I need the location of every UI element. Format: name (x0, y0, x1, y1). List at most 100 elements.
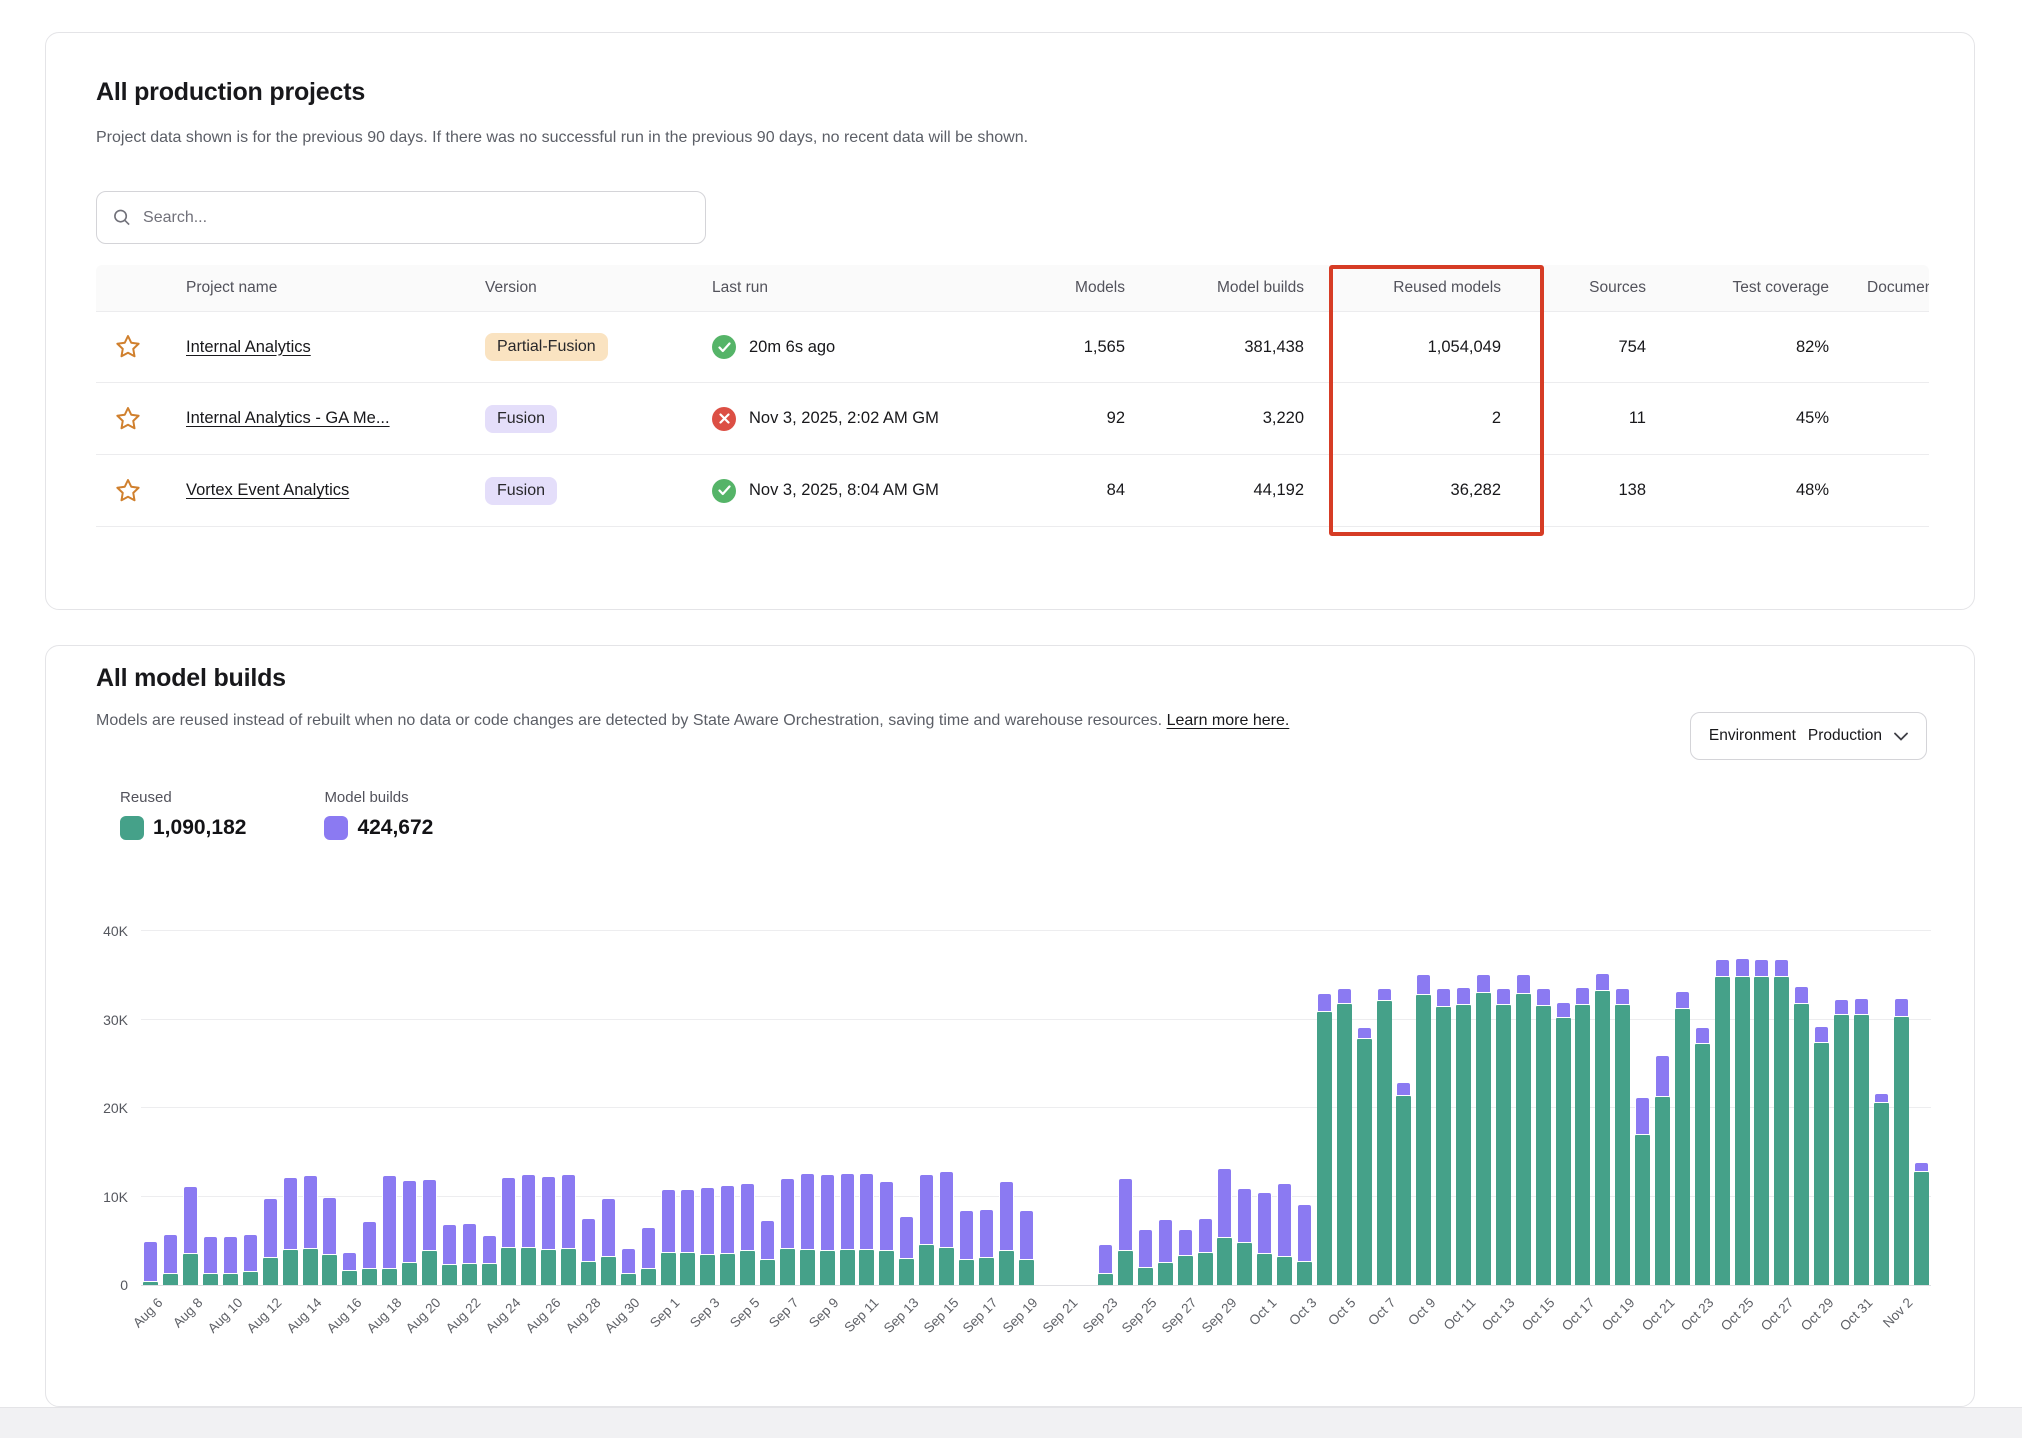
chart-bar-aug-25[interactable] (521, 931, 536, 1285)
chart-bar-sep-24[interactable] (1118, 931, 1133, 1285)
chart-bar-nov-1[interactable] (1874, 931, 1889, 1285)
chart-bar-oct-26[interactable] (1754, 931, 1769, 1285)
chart-bar-oct-24[interactable] (1715, 931, 1730, 1285)
chart-bar-oct-13[interactable] (1496, 931, 1511, 1285)
chart-bar-oct-29[interactable] (1814, 931, 1829, 1285)
star-icon[interactable] (113, 404, 143, 434)
chart-bar-sep-25[interactable] (1138, 931, 1153, 1285)
environment-dropdown[interactable]: Environment Production (1690, 712, 1927, 760)
chart-bar-sep-11[interactable] (859, 931, 874, 1285)
chart-bar-nov-2[interactable] (1894, 931, 1909, 1285)
chart-bar-aug-12[interactable] (263, 931, 278, 1285)
chart-bar-aug-26[interactable] (541, 931, 556, 1285)
chart-bar-oct-25[interactable] (1735, 931, 1750, 1285)
chart-bar-aug-30[interactable] (621, 931, 636, 1285)
chart-bar-sep-5[interactable] (740, 931, 755, 1285)
chart-bar-aug-13[interactable] (283, 931, 298, 1285)
chart-bar-sep-17[interactable] (979, 931, 994, 1285)
chart-bar-sep-29[interactable] (1217, 931, 1232, 1285)
star-icon[interactable] (113, 476, 143, 506)
chart-bar-sep-15[interactable] (939, 931, 954, 1285)
chart-bar-sep-28[interactable] (1198, 931, 1213, 1285)
chart-bar-oct-8[interactable] (1396, 931, 1411, 1285)
chart-bar-oct-28[interactable] (1794, 931, 1809, 1285)
chart-bar-oct-14[interactable] (1516, 931, 1531, 1285)
chart-bar-aug-10[interactable] (223, 931, 238, 1285)
chart-bar-sep-14[interactable] (919, 931, 934, 1285)
chart-bar-aug-7[interactable] (163, 931, 178, 1285)
star-icon[interactable] (113, 332, 143, 362)
chart-bar-sep-13[interactable] (899, 931, 914, 1285)
chart-bar-sep-18[interactable] (999, 931, 1014, 1285)
chart-bar-aug-6[interactable] (143, 931, 158, 1285)
chart-bar-sep-30[interactable] (1237, 931, 1252, 1285)
chart-bar-sep-1[interactable] (661, 931, 676, 1285)
chart-bar-aug-15[interactable] (322, 931, 337, 1285)
chart-bar-sep-8[interactable] (800, 931, 815, 1285)
learn-more-link[interactable]: Learn more here. (1167, 712, 1290, 729)
chart-bar-sep-9[interactable] (820, 931, 835, 1285)
search-input[interactable] (143, 209, 689, 227)
chart-bar-aug-16[interactable] (342, 931, 357, 1285)
chart-bar-oct-21[interactable] (1655, 931, 1670, 1285)
chart-bar-sep-4[interactable] (720, 931, 735, 1285)
chart-bar-oct-4[interactable] (1317, 931, 1332, 1285)
chart-bar-oct-30[interactable] (1834, 931, 1849, 1285)
project-search[interactable] (96, 191, 706, 244)
chart-bar-aug-27[interactable] (561, 931, 576, 1285)
chart-bar-oct-10[interactable] (1436, 931, 1451, 1285)
chart-bar-aug-11[interactable] (243, 931, 258, 1285)
chart-bar-oct-12[interactable] (1476, 931, 1491, 1285)
chart-bar-oct-18[interactable] (1595, 931, 1610, 1285)
chart-bar-aug-14[interactable] (303, 931, 318, 1285)
chart-bar-sep-7[interactable] (780, 931, 795, 1285)
chart-bar-oct-20[interactable] (1635, 931, 1650, 1285)
chart-bar-oct-6[interactable] (1357, 931, 1372, 1285)
chart-bar-oct-11[interactable] (1456, 931, 1471, 1285)
favorite-cell[interactable] (96, 404, 186, 434)
chart-bar-aug-21[interactable] (442, 931, 457, 1285)
chart-bar-oct-17[interactable] (1575, 931, 1590, 1285)
chart-bar-oct-31[interactable] (1854, 931, 1869, 1285)
chart-bar-aug-31[interactable] (641, 931, 656, 1285)
chart-bar-aug-8[interactable] (183, 931, 198, 1285)
chart-bar-aug-23[interactable] (482, 931, 497, 1285)
chart-bar-sep-27[interactable] (1178, 931, 1193, 1285)
chart-bar-oct-19[interactable] (1615, 931, 1630, 1285)
favorite-cell[interactable] (96, 476, 186, 506)
chart-bar-oct-5[interactable] (1337, 931, 1352, 1285)
chart-bar-oct-23[interactable] (1695, 931, 1710, 1285)
chart-bar-aug-20[interactable] (422, 931, 437, 1285)
chart-bar-sep-26[interactable] (1158, 931, 1173, 1285)
chart-bar-aug-24[interactable] (501, 931, 516, 1285)
favorite-cell[interactable] (96, 332, 186, 362)
chart-bar-oct-22[interactable] (1675, 931, 1690, 1285)
chart-bar-oct-1[interactable] (1257, 931, 1272, 1285)
chart-bar-oct-7[interactable] (1377, 931, 1392, 1285)
chart-bar-aug-22[interactable] (462, 931, 477, 1285)
chart-bar-sep-3[interactable] (700, 931, 715, 1285)
project-name-link[interactable]: Vortex Event Analytics (186, 481, 349, 499)
chart-bar-sep-6[interactable] (760, 931, 775, 1285)
chart-bar-oct-9[interactable] (1416, 931, 1431, 1285)
chart-bar-sep-23[interactable] (1098, 931, 1113, 1285)
chart-bar-oct-16[interactable] (1556, 931, 1571, 1285)
project-name-link[interactable]: Internal Analytics (186, 338, 311, 356)
chart-bar-oct-3[interactable] (1297, 931, 1312, 1285)
chart-bar-oct-2[interactable] (1277, 931, 1292, 1285)
chart-bar-sep-2[interactable] (680, 931, 695, 1285)
chart-bar-aug-28[interactable] (581, 931, 596, 1285)
chart-bar-sep-10[interactable] (840, 931, 855, 1285)
chart-bar-aug-17[interactable] (362, 931, 377, 1285)
chart-bar-aug-29[interactable] (601, 931, 616, 1285)
chart-bar-sep-12[interactable] (879, 931, 894, 1285)
chart-bar-nov-3[interactable] (1914, 931, 1929, 1285)
chart-bar-oct-27[interactable] (1774, 931, 1789, 1285)
chart-bar-aug-18[interactable] (382, 931, 397, 1285)
chart-bar-aug-19[interactable] (402, 931, 417, 1285)
project-name-link[interactable]: Internal Analytics - GA Me... (186, 409, 390, 427)
chart-bar-oct-15[interactable] (1536, 931, 1551, 1285)
chart-bar-sep-16[interactable] (959, 931, 974, 1285)
chart-bar-sep-19[interactable] (1019, 931, 1034, 1285)
chart-bar-aug-9[interactable] (203, 931, 218, 1285)
